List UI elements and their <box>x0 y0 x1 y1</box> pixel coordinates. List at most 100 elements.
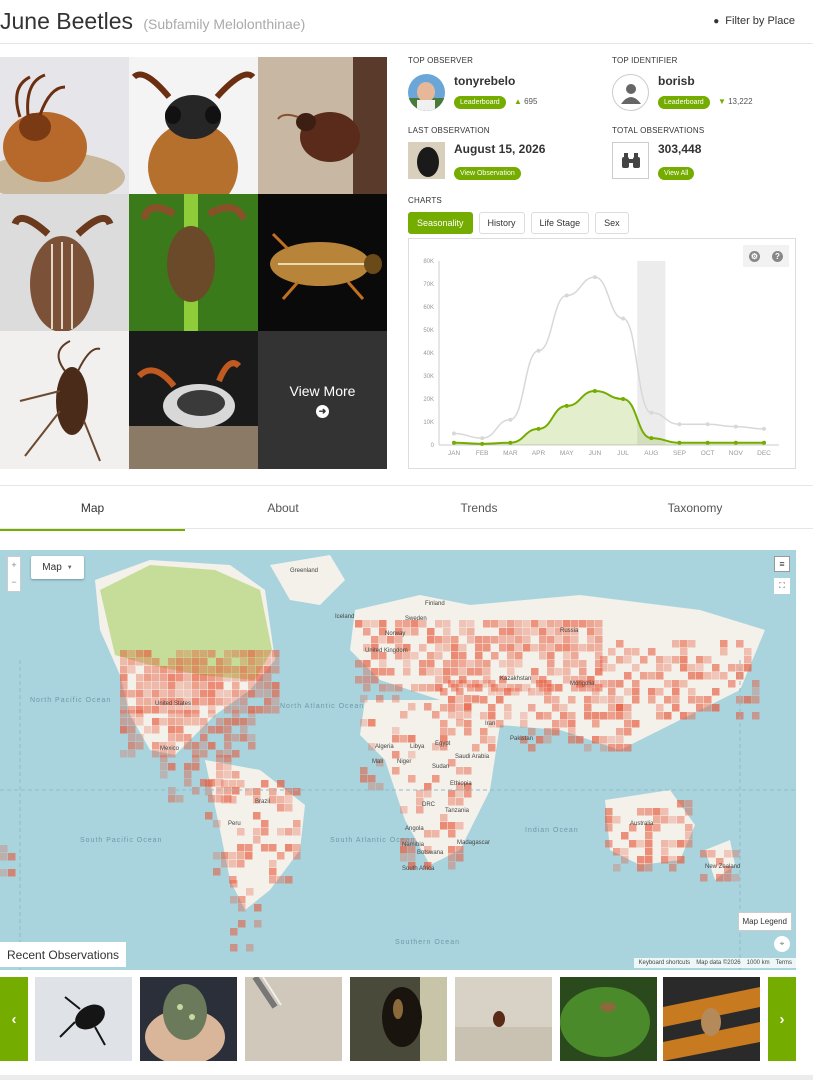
binoculars-icon <box>612 142 649 179</box>
observer-avatar[interactable] <box>408 74 445 111</box>
range-cell <box>560 720 568 728</box>
y-tick-label: 40K <box>423 351 434 357</box>
taxon-photo[interactable] <box>129 194 258 331</box>
map-type-dropdown[interactable]: Map ▼ <box>31 556 84 579</box>
range-cell <box>539 628 547 636</box>
range-cell <box>371 636 379 644</box>
range-cell <box>200 674 208 682</box>
range-cell <box>491 636 499 644</box>
keyboard-shortcuts-link[interactable]: Keyboard shortcuts <box>638 960 690 966</box>
taxon-photo[interactable] <box>258 57 387 194</box>
prev-arrow-button[interactable]: ‹ <box>0 977 28 1061</box>
range-cell <box>240 674 248 682</box>
taxon-photo[interactable] <box>0 57 129 194</box>
range-cell <box>264 698 272 706</box>
locate-icon[interactable]: ⌖ <box>774 936 790 952</box>
range-cell <box>515 620 523 628</box>
range-cell <box>285 828 293 836</box>
taxon-photo[interactable] <box>0 331 129 469</box>
tab-life-stage[interactable]: Life Stage <box>530 212 590 234</box>
range-cell <box>483 620 491 628</box>
range-cell <box>480 736 488 744</box>
view-observation-button[interactable]: View Observation <box>454 167 521 180</box>
recent-observation-photo[interactable] <box>455 977 552 1061</box>
tab-history[interactable]: History <box>478 212 525 234</box>
range-cell <box>568 728 576 736</box>
taxon-photo[interactable] <box>129 57 258 194</box>
identifier-leaderboard-button[interactable]: Leaderboard <box>658 96 710 109</box>
recent-observation-photo[interactable] <box>35 977 132 1061</box>
range-cell <box>732 874 740 882</box>
range-cell <box>192 710 200 718</box>
range-cell <box>592 696 600 704</box>
taxon-photo[interactable] <box>129 331 258 469</box>
taxon-photo[interactable] <box>258 194 387 331</box>
range-cell <box>712 664 720 672</box>
user-icon <box>620 83 641 104</box>
tab-map[interactable]: Map <box>0 486 185 531</box>
top-observer-label: TOP OBSERVER <box>408 56 474 65</box>
recent-observation-photo[interactable] <box>245 977 342 1061</box>
tab-sex[interactable]: Sex <box>595 212 629 234</box>
range-cell <box>237 860 245 868</box>
recent-observation-photo[interactable] <box>140 977 237 1061</box>
observer-name[interactable]: tonyrebelo <box>454 74 515 88</box>
layers-icon[interactable]: ≡ <box>774 556 790 572</box>
range-cell <box>608 680 616 688</box>
place-label: Sudan <box>432 764 449 770</box>
place-label: Norway <box>385 631 405 637</box>
place-label: Niger <box>397 759 411 765</box>
range-cell <box>293 820 301 828</box>
range-cell <box>363 628 371 636</box>
range-cell <box>395 620 403 628</box>
tab-trends[interactable]: Trends <box>381 486 577 530</box>
place-label: Saudi Arabia <box>455 754 490 760</box>
tab-seasonality[interactable]: Seasonality <box>408 212 473 234</box>
recent-observation-photo[interactable] <box>560 977 657 1061</box>
view-all-button[interactable]: View All <box>658 167 695 180</box>
last-observation-photo[interactable] <box>408 142 445 179</box>
fullscreen-icon[interactable]: ⛶ <box>774 578 790 594</box>
range-cell <box>192 698 200 706</box>
range-cell <box>700 850 708 858</box>
next-arrow-button[interactable]: › <box>768 977 796 1061</box>
range-cell <box>176 726 184 734</box>
range-cell <box>435 644 443 652</box>
tab-about[interactable]: About <box>185 486 381 530</box>
data-point <box>649 410 654 415</box>
tab-taxonomy[interactable]: Taxonomy <box>577 486 813 530</box>
range-cell <box>269 876 277 884</box>
view-more-photos-button[interactable]: View More ➜ <box>258 331 387 469</box>
taxon-photo[interactable] <box>0 194 129 331</box>
y-tick-label: 0 <box>431 443 435 449</box>
range-cell <box>224 674 232 682</box>
range-cell <box>672 656 680 664</box>
range-cell <box>504 704 512 712</box>
identifier-avatar[interactable] <box>612 74 649 111</box>
recent-observation-photo[interactable] <box>663 977 760 1061</box>
y-tick-label: 30K <box>423 374 434 380</box>
zoom-out-button[interactable]: − <box>8 574 20 591</box>
filter-by-place-button[interactable]: ● Filter by Place <box>713 15 795 27</box>
help-icon[interactable]: ? <box>772 250 783 262</box>
range-cell <box>653 824 661 832</box>
range-map[interactable]: Greenland Iceland Finland Sweden Norway … <box>0 550 796 970</box>
range-cell <box>669 816 677 824</box>
range-cell <box>579 620 587 628</box>
taxon-subtitle: (Subfamily Melolonthinae) <box>143 16 306 32</box>
x-tick-label: AUG <box>644 450 658 457</box>
zoom-in-button[interactable]: + <box>8 557 20 574</box>
range-cell <box>637 864 645 872</box>
range-cell <box>488 712 496 720</box>
observer-leaderboard-button[interactable]: Leaderboard <box>454 96 506 109</box>
terms-link[interactable]: Terms <box>776 960 792 966</box>
identifier-name[interactable]: borisb <box>658 74 695 88</box>
map-legend-button[interactable]: Map Legend <box>737 912 792 931</box>
gear-icon[interactable]: ⚙ <box>749 250 760 262</box>
range-cell <box>724 874 732 882</box>
range-cell <box>192 690 200 698</box>
range-cell <box>435 668 443 676</box>
world-map[interactable]: Greenland Iceland Finland Sweden Norway … <box>0 550 796 970</box>
range-cell <box>456 719 464 727</box>
recent-observation-photo[interactable] <box>350 977 447 1061</box>
